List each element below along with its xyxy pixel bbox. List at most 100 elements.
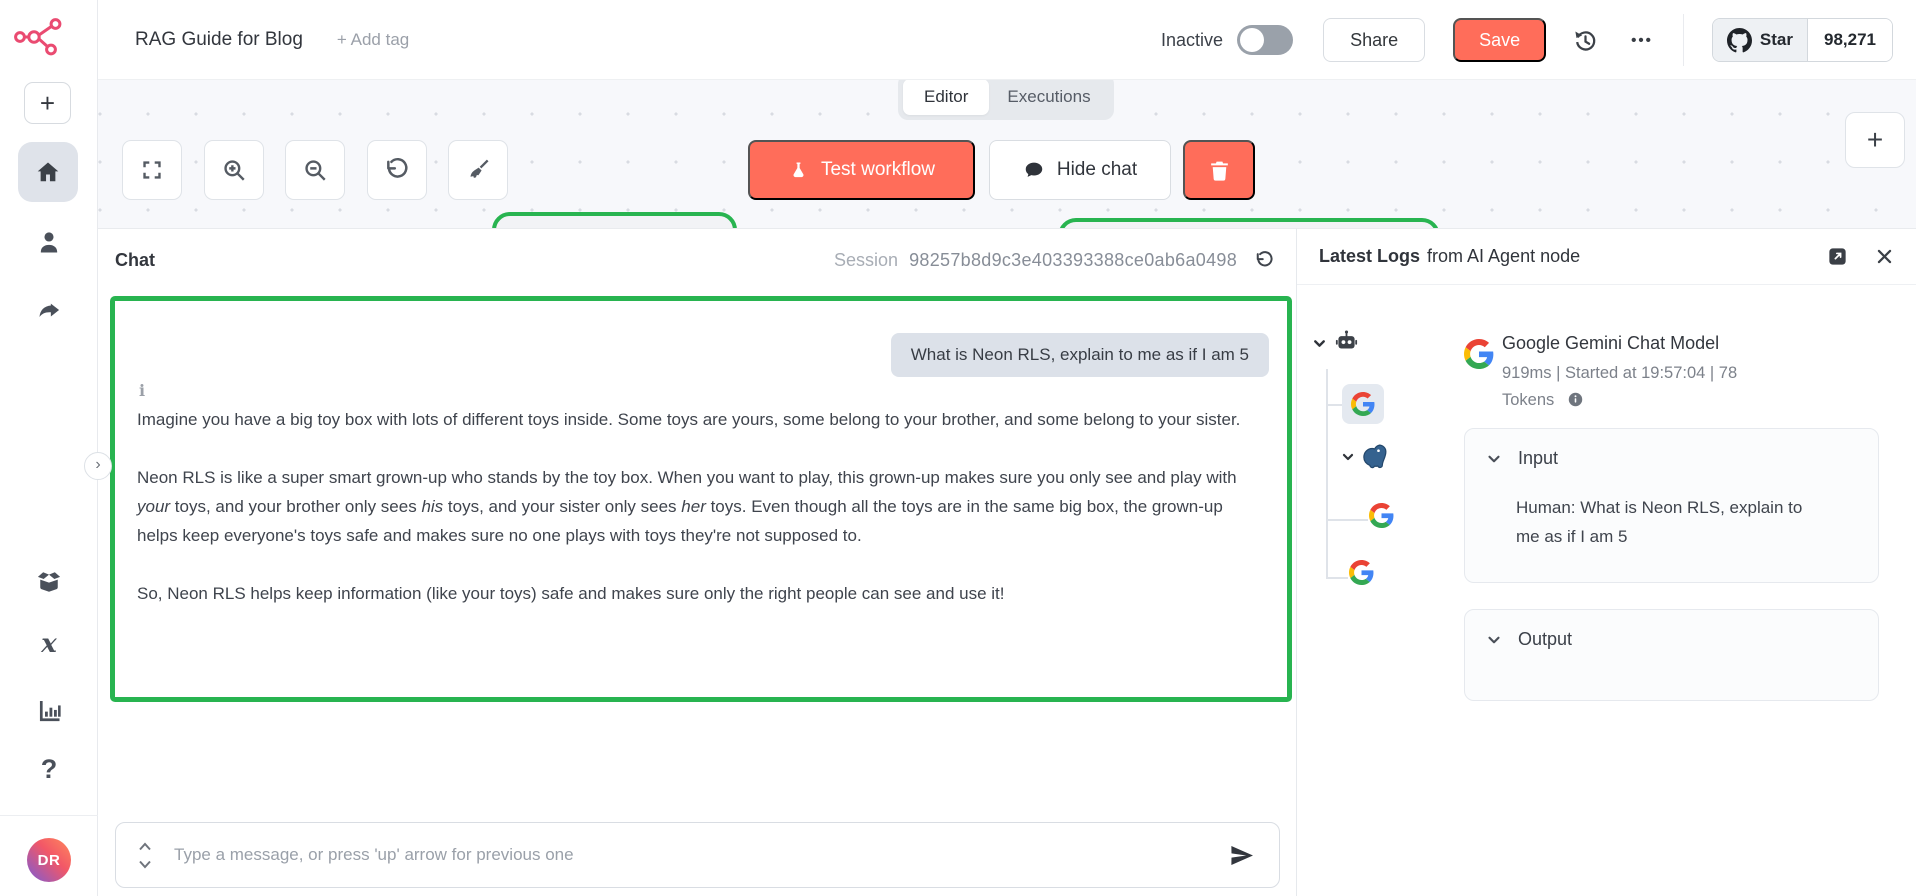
log-output-label: Output xyxy=(1518,629,1572,650)
sidebar-expand-button[interactable]: › xyxy=(84,452,112,480)
history-icon xyxy=(1572,27,1599,54)
chat-messages-highlight: What is Neon RLS, explain to me as if I … xyxy=(110,296,1292,702)
zoom-out-button[interactable] xyxy=(285,140,345,200)
caret-down-icon xyxy=(138,860,152,869)
workflow-header: RAG Guide for Blog + Add tag Inactive Sh… xyxy=(98,0,1916,80)
hide-chat-button[interactable]: Hide chat xyxy=(989,140,1171,200)
open-logs-button[interactable] xyxy=(1826,245,1849,268)
chat-message-input[interactable] xyxy=(174,845,1228,865)
message-history-steppers[interactable] xyxy=(138,842,152,869)
chevron-down-icon xyxy=(1340,449,1356,465)
chat-title: Chat xyxy=(115,250,155,271)
sidebar-item-shared[interactable] xyxy=(0,298,98,325)
postgres-icon xyxy=(1360,442,1389,471)
sidebar-item-variables[interactable]: x xyxy=(0,629,98,659)
workflow-status-label: Inactive xyxy=(1161,30,1223,51)
sidebar-item-insights[interactable] xyxy=(0,697,98,724)
chevron-down-icon xyxy=(1311,335,1328,352)
github-star-count[interactable]: 98,271 xyxy=(1808,19,1892,61)
delete-button[interactable] xyxy=(1183,140,1255,200)
tree-toggle-postgres[interactable] xyxy=(1340,449,1356,465)
chevron-down-icon xyxy=(1485,450,1503,468)
chat-header: Chat Session 98257b8d9c3e403393388ce0ab6… xyxy=(98,229,1296,291)
n8n-logo-icon xyxy=(13,14,67,60)
flask-icon xyxy=(788,160,809,181)
tree-item-gemini-selected[interactable] xyxy=(1342,384,1384,424)
zoom-in-button[interactable] xyxy=(204,140,264,200)
close-logs-button[interactable] xyxy=(1875,247,1894,266)
zoom-in-icon xyxy=(221,157,247,183)
trash-icon xyxy=(1207,158,1232,183)
reset-zoom-button[interactable] xyxy=(367,140,427,200)
share-button[interactable]: Share xyxy=(1323,18,1425,62)
robot-icon xyxy=(1333,328,1360,355)
google-g-icon xyxy=(1351,392,1375,416)
log-output-card: Output xyxy=(1464,609,1879,701)
google-g-icon xyxy=(1369,503,1394,528)
logs-subtitle: from AI Agent node xyxy=(1427,246,1580,267)
tokens-info-button[interactable] xyxy=(1567,391,1584,408)
log-input-header[interactable]: Input xyxy=(1485,448,1858,469)
logs-title: Latest Logs xyxy=(1319,246,1420,267)
reset-session-button[interactable] xyxy=(1254,250,1274,270)
sidebar-item-personal[interactable] xyxy=(0,228,98,256)
tree-item-postgres[interactable] xyxy=(1360,442,1389,471)
workflow-title[interactable]: RAG Guide for Blog xyxy=(135,29,303,51)
header-divider xyxy=(1683,14,1684,66)
github-star-widget[interactable]: Star 98,271 xyxy=(1712,18,1893,62)
tidy-up-button[interactable] xyxy=(448,140,508,200)
sidebar-item-overview[interactable] xyxy=(18,142,78,202)
send-icon xyxy=(1228,842,1255,869)
chat-bubble-icon xyxy=(1023,159,1045,181)
zoom-to-fit-button[interactable] xyxy=(122,140,182,200)
session-label: Session xyxy=(834,250,898,271)
hide-chat-label: Hide chat xyxy=(1057,159,1137,181)
undo-icon xyxy=(384,157,410,183)
user-message: What is Neon RLS, explain to me as if I … xyxy=(891,333,1269,377)
add-tag-button[interactable]: + Add tag xyxy=(337,30,409,50)
message-info-icon[interactable]: i xyxy=(139,381,145,400)
active-toggle[interactable] xyxy=(1237,25,1293,55)
gemini-node-logo xyxy=(1464,339,1494,374)
session-id: 98257b8d9c3e403393388ce0ab6a0498 xyxy=(909,250,1237,271)
zoom-out-icon xyxy=(302,157,328,183)
log-output-header[interactable]: Output xyxy=(1485,629,1858,650)
sidebar-item-help[interactable]: ? xyxy=(0,754,98,785)
chat-input-bar xyxy=(115,822,1280,888)
save-button[interactable]: Save xyxy=(1453,18,1546,62)
close-icon xyxy=(1875,247,1894,266)
test-workflow-button[interactable]: Test workflow xyxy=(748,140,975,200)
toggle-knob xyxy=(1240,28,1264,52)
templates-box-icon xyxy=(35,567,63,595)
tree-connector xyxy=(1326,519,1368,521)
view-tabs: Editor Executions xyxy=(898,74,1114,120)
more-options-button[interactable]: ••• xyxy=(1631,32,1653,49)
logs-panel: Latest Logs from AI Agent node xyxy=(1296,228,1916,896)
log-node-name: Google Gemini Chat Model xyxy=(1502,333,1852,354)
log-input-label: Input xyxy=(1518,448,1558,469)
tab-executions[interactable]: Executions xyxy=(989,79,1108,115)
chat-panel: Chat Session 98257b8d9c3e403393388ce0ab6… xyxy=(98,228,1296,896)
open-in-new-icon xyxy=(1826,245,1849,268)
add-node-button[interactable]: + xyxy=(1845,112,1905,168)
github-star-label: Star xyxy=(1760,30,1793,50)
sidebar-item-templates[interactable] xyxy=(0,567,98,595)
send-button[interactable] xyxy=(1228,842,1255,869)
tab-editor[interactable]: Editor xyxy=(903,79,989,115)
history-button[interactable] xyxy=(1572,27,1599,54)
person-icon xyxy=(35,228,63,256)
tree-item-gemini-3[interactable] xyxy=(1349,560,1374,585)
chevron-down-icon xyxy=(1485,631,1503,649)
user-avatar[interactable]: DR xyxy=(27,838,71,882)
tree-item-gemini-2[interactable] xyxy=(1369,503,1394,528)
add-workflow-button[interactable]: + xyxy=(24,82,71,124)
tree-toggle-agent[interactable] xyxy=(1311,335,1328,352)
refresh-icon xyxy=(1254,250,1274,270)
share-arrow-icon xyxy=(36,298,63,325)
broom-icon xyxy=(465,157,491,183)
tree-connector xyxy=(1326,404,1343,406)
github-star-button[interactable]: Star xyxy=(1713,19,1808,61)
tree-connector xyxy=(1326,369,1328,579)
sidebar: + x ? DR xyxy=(0,0,98,896)
tree-item-ai-agent[interactable] xyxy=(1333,328,1360,355)
